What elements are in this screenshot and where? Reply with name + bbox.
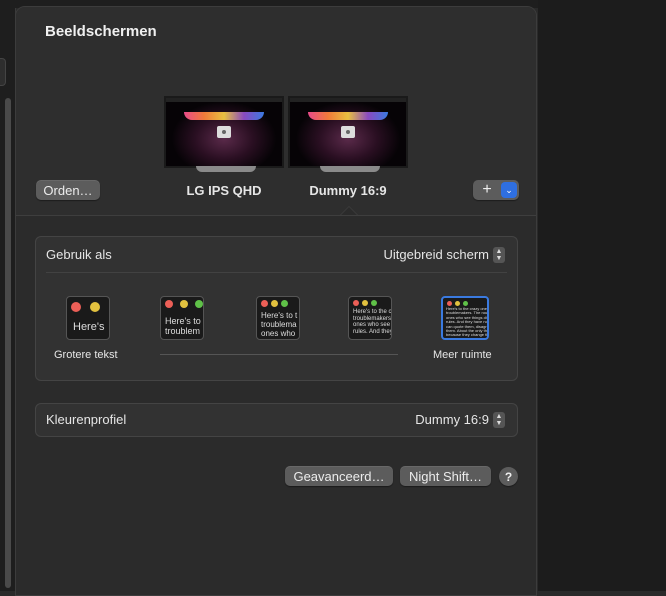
mac-mini-icon bbox=[217, 126, 231, 138]
mac-mini-icon bbox=[341, 126, 355, 138]
displays-settings-panel: Beeldschermen LG IPS QHD Dummy 16:9 Orde… bbox=[15, 6, 537, 596]
up-down-chevron-icon[interactable]: ▲ ▼ bbox=[493, 412, 505, 428]
menu-bar-preview bbox=[166, 98, 282, 102]
up-down-chevron-icon[interactable]: ▲ ▼ bbox=[493, 247, 505, 263]
display-label: LG IPS QHD bbox=[186, 183, 262, 198]
traffic-lights-icon bbox=[71, 300, 100, 312]
help-button[interactable]: ? bbox=[499, 467, 518, 486]
preview-text: Here's to t troublema ones who bbox=[261, 311, 298, 338]
background-window-tab bbox=[0, 58, 6, 86]
arrange-button[interactable]: Orden… bbox=[36, 180, 100, 200]
use-as-label: Gebruik als bbox=[46, 247, 112, 262]
night-shift-button[interactable]: Night Shift… bbox=[400, 466, 491, 486]
traffic-lights-icon bbox=[261, 300, 288, 307]
resolution-option-more-space[interactable]: Here's to the crazy ones troublemakers. … bbox=[441, 296, 489, 340]
desktop-background bbox=[538, 0, 666, 591]
divider bbox=[46, 272, 507, 273]
traffic-lights-icon bbox=[165, 300, 203, 308]
display-arrangement-area: Beeldschermen LG IPS QHD Dummy 16:9 Orde… bbox=[16, 7, 536, 216]
menu-bar-preview bbox=[290, 98, 406, 102]
color-profile-label: Kleurenprofiel bbox=[46, 412, 127, 427]
preview-text: Here's to the crazy ones troublemakers. … bbox=[446, 306, 489, 338]
larger-text-caption: Grotere tekst bbox=[54, 349, 118, 361]
resolution-option-3[interactable]: Here's to t troublema ones who bbox=[256, 296, 300, 340]
add-display-button[interactable]: + bbox=[473, 180, 501, 200]
wallpaper-arc bbox=[184, 112, 264, 120]
preview-text: Here's to the c troublemakers. ones who … bbox=[353, 309, 392, 335]
more-space-caption: Meer ruimte bbox=[433, 349, 492, 361]
use-as-select[interactable]: Uitgebreid scherm bbox=[384, 247, 490, 262]
display-label: Dummy 16:9 bbox=[309, 183, 387, 198]
resolution-slider-track bbox=[160, 354, 398, 355]
use-as-section: Gebruik als Uitgebreid scherm ▲ ▼ Here's … bbox=[35, 236, 518, 381]
background-scrollbar[interactable] bbox=[5, 98, 11, 588]
advanced-button[interactable]: Geavanceerd… bbox=[285, 466, 393, 486]
add-display-button-group[interactable]: + ⌄ bbox=[473, 180, 519, 200]
preview-text: Here's bbox=[73, 321, 105, 333]
color-profile-section: Kleurenprofiel Dummy 16:9 ▲ ▼ bbox=[35, 403, 518, 437]
page-title: Beeldschermen bbox=[45, 23, 157, 40]
monitor-stand bbox=[320, 166, 380, 172]
display-dummy-16-9[interactable] bbox=[288, 96, 408, 168]
monitor-stand bbox=[196, 166, 256, 172]
resolution-option-2[interactable]: Here's to troublem bbox=[160, 296, 204, 340]
chevron-down-icon[interactable]: ⌄ bbox=[501, 182, 517, 198]
background-window-edge bbox=[0, 0, 16, 591]
display-lg-ips-qhd[interactable] bbox=[164, 96, 284, 168]
color-profile-select[interactable]: Dummy 16:9 bbox=[415, 412, 489, 427]
traffic-lights-icon bbox=[353, 300, 377, 306]
selection-pointer bbox=[340, 206, 358, 215]
resolution-option-larger-text[interactable]: Here's bbox=[66, 296, 110, 340]
resolution-option-4[interactable]: Here's to the c troublemakers. ones who … bbox=[348, 296, 392, 340]
preview-text: Here's to troublem bbox=[165, 316, 201, 336]
wallpaper-arc bbox=[308, 112, 388, 120]
